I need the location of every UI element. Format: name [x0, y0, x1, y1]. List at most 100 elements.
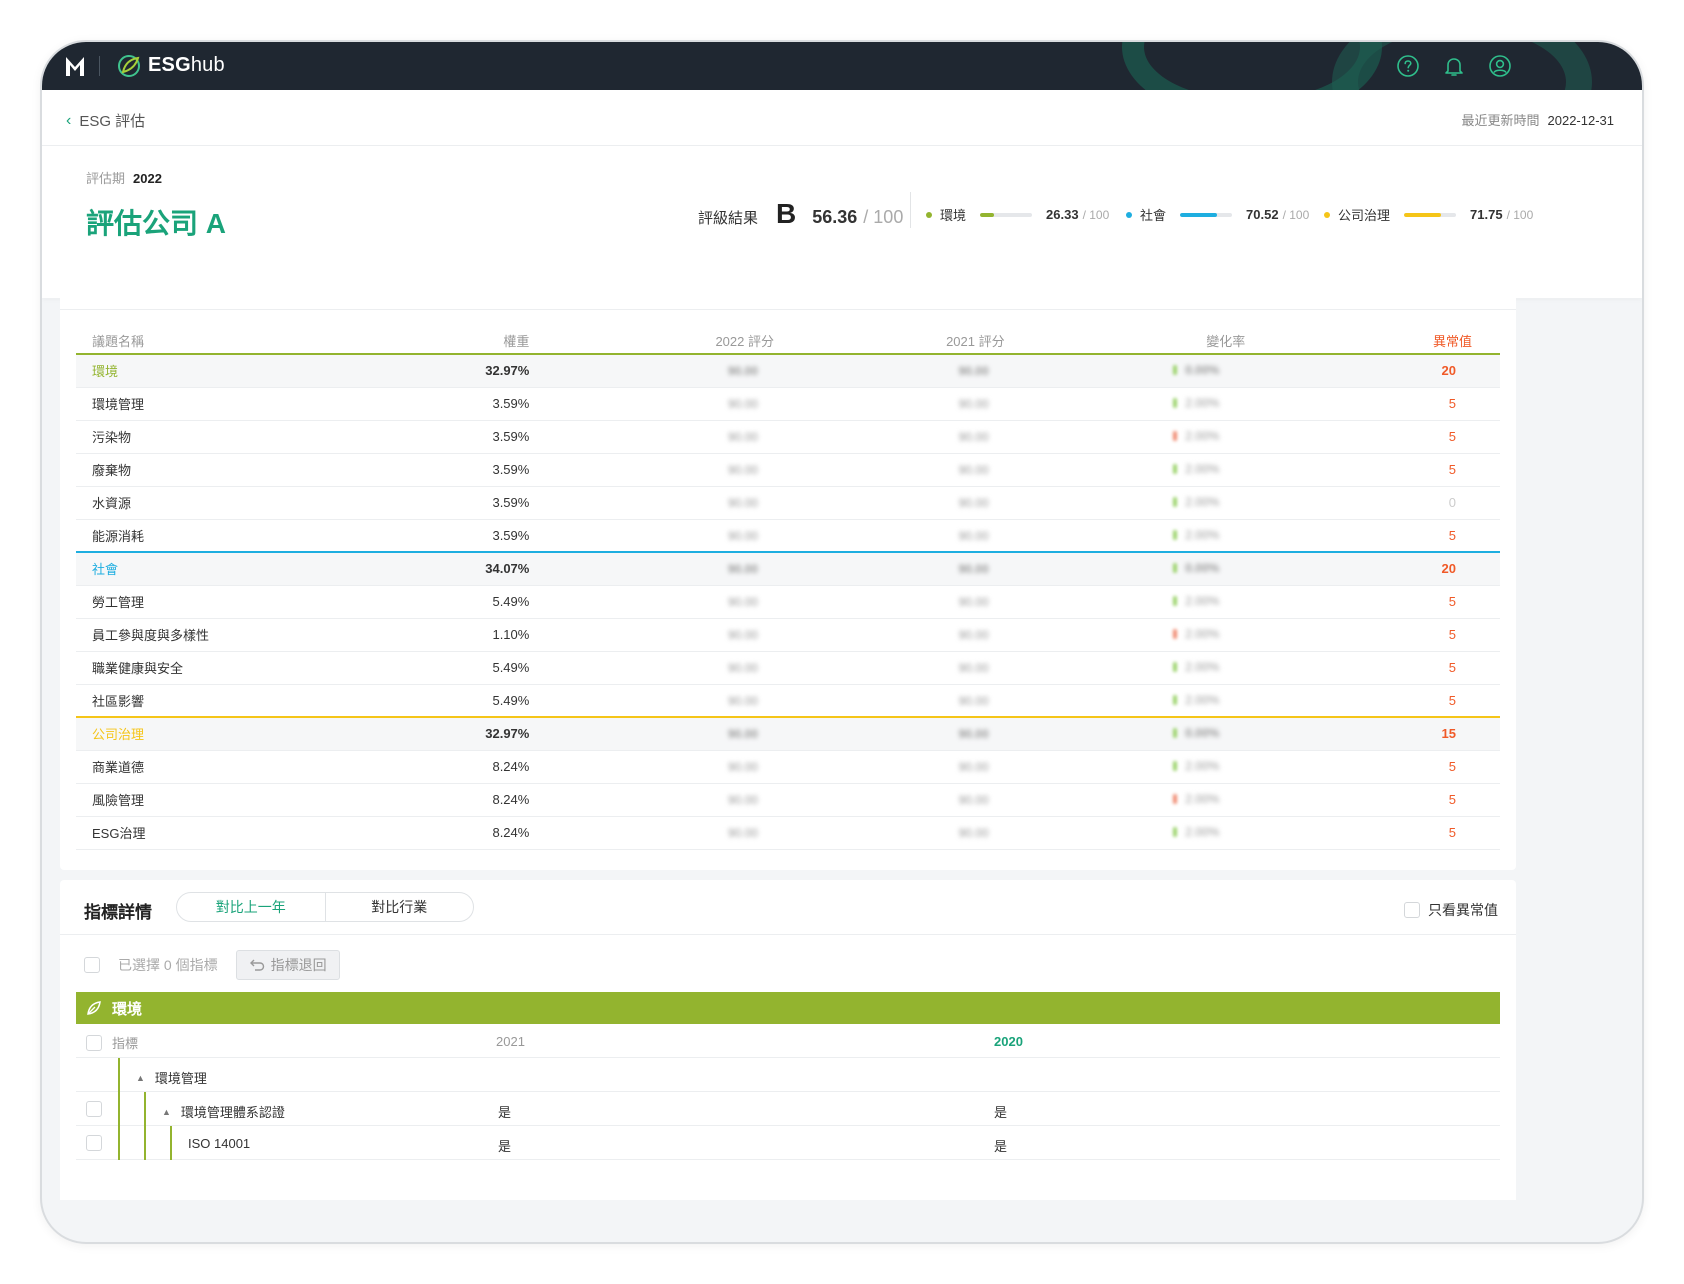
change-cell: 2.00%: [1018, 816, 1260, 850]
tree-line: [144, 1126, 146, 1160]
section-header-environment[interactable]: 環境: [76, 992, 1500, 1024]
help-icon[interactable]: [1396, 54, 1420, 78]
logo-divider: [99, 56, 100, 76]
score-cell: 90.00: [787, 353, 1019, 388]
category-row[interactable]: 社會 34.07% 90.00 90.00 0.00% 20: [76, 551, 1500, 586]
anomaly-count[interactable]: 5: [1259, 651, 1500, 685]
indicator-row[interactable]: ▲ 環境管理體系認證 是 是: [76, 1092, 1500, 1126]
anomaly-count[interactable]: 5: [1259, 585, 1500, 619]
back-button[interactable]: ‹ ESG 評估: [66, 110, 145, 131]
arrow-down-icon: [1173, 794, 1178, 804]
score-value: 90.00: [958, 595, 989, 609]
anomaly-count[interactable]: 5: [1259, 816, 1500, 850]
arrow-up-icon: [1173, 596, 1178, 606]
revert-indicator-button[interactable]: 指標退回: [235, 950, 340, 980]
anomaly-count[interactable]: 15: [1259, 716, 1500, 751]
pillar-value: 26.33: [1046, 207, 1079, 222]
issue-name: 環境: [76, 353, 377, 388]
anomaly-count[interactable]: 20: [1259, 551, 1500, 586]
score-cell: 90.00: [557, 519, 788, 553]
anomaly-count[interactable]: 5: [1259, 618, 1500, 652]
brand-name[interactable]: ESGhub: [148, 54, 225, 77]
tree-line: [170, 1126, 172, 1160]
issue-weight: 3.59%: [376, 387, 558, 421]
issue-row[interactable]: 社區影響 5.49% 90.00 90.00 2.00% 5: [76, 684, 1500, 718]
collapse-triangle-icon[interactable]: ▲: [162, 1107, 171, 1117]
issue-weight: 8.24%: [376, 750, 558, 784]
issue-row[interactable]: 廢棄物 3.59% 90.00 90.00 2.00% 5: [76, 453, 1500, 487]
anomaly-count[interactable]: 5: [1259, 684, 1500, 718]
indicator-details-card: 指標詳情 對比上一年 對比行業 只看異常值 已選擇 0 個指標 指標退回 環境 …: [60, 880, 1516, 1200]
tab-compare-industry[interactable]: 對比行業: [326, 893, 474, 921]
indicator-row[interactable]: ISO 14001 是 是: [76, 1126, 1500, 1160]
issue-row[interactable]: 勞工管理 5.49% 90.00 90.00 2.00% 5: [76, 585, 1500, 619]
user-avatar-icon[interactable]: [1488, 54, 1512, 78]
bell-icon[interactable]: [1442, 54, 1466, 78]
change-value: 2.00%: [1185, 627, 1220, 641]
only-anomaly-checkbox[interactable]: [1404, 902, 1420, 918]
anomaly-count[interactable]: 20: [1259, 353, 1500, 388]
anomaly-count[interactable]: 0: [1259, 486, 1500, 520]
score-cell: 90.00: [787, 684, 1019, 718]
arrow-up-icon: [1173, 827, 1178, 837]
select-all-checkbox[interactable]: [84, 957, 100, 973]
score-cell: 90.00: [787, 585, 1019, 619]
category-row[interactable]: 公司治理 32.97% 90.00 90.00 0.00% 15: [76, 716, 1500, 751]
arrow-up-icon: [1173, 464, 1178, 474]
issue-row[interactable]: 環境管理 3.59% 90.00 90.00 2.00% 5: [76, 387, 1500, 421]
anomaly-count[interactable]: 5: [1259, 750, 1500, 784]
issue-row[interactable]: 能源消耗 3.59% 90.00 90.00 2.00% 5: [76, 519, 1500, 553]
score-value: 90.00: [727, 562, 758, 577]
score-value: 90.00: [727, 397, 758, 411]
category-row[interactable]: 環境 32.97% 90.00 90.00 0.00% 20: [76, 353, 1500, 388]
only-anomaly-toggle[interactable]: 只看異常值: [1404, 900, 1498, 920]
issue-name: ESG治理: [76, 816, 377, 850]
issue-weight: 32.97%: [376, 716, 558, 751]
issue-weight: 3.59%: [376, 486, 558, 520]
issue-row[interactable]: 職業健康與安全 5.49% 90.00 90.00 2.00% 5: [76, 651, 1500, 685]
issue-row[interactable]: 員工參與度與多樣性 1.10% 90.00 90.00 2.00% 5: [76, 618, 1500, 652]
anomaly-count[interactable]: 5: [1259, 453, 1500, 487]
score-value: 90.00: [958, 562, 989, 577]
indicator-checkbox[interactable]: [86, 1101, 102, 1117]
header-checkbox[interactable]: [86, 1034, 102, 1051]
score-cell: 90.00: [787, 453, 1019, 487]
score-cell: 90.00: [557, 684, 788, 718]
anomaly-count[interactable]: 5: [1259, 387, 1500, 421]
issue-name: 勞工管理: [76, 585, 377, 619]
score-cell: 90.00: [787, 551, 1019, 586]
anomaly-count[interactable]: 5: [1259, 420, 1500, 454]
issue-row[interactable]: 風險管理 8.24% 90.00 90.00 2.00% 5: [76, 783, 1500, 817]
pillar-dot: [1324, 211, 1330, 218]
pillar-progress-bar: [980, 212, 1033, 217]
change-cell: 0.00%: [1018, 551, 1260, 586]
issue-row[interactable]: 污染物 3.59% 90.00 90.00 2.00% 5: [76, 420, 1500, 454]
score-cell: 90.00: [557, 420, 788, 454]
indicator-label: ▲ 環境管理: [136, 1068, 207, 1087]
score-value: 90.00: [727, 793, 758, 807]
score-cell: 90.00: [557, 353, 788, 388]
m-logo-icon[interactable]: [64, 54, 86, 78]
change-cell: 2.00%: [1018, 618, 1260, 652]
indicator-name: ISO 14001: [188, 1136, 251, 1151]
indicator-row[interactable]: ▲ 環境管理: [76, 1058, 1500, 1092]
issue-name: 廢棄物: [76, 453, 377, 487]
tab-compare-prev-year[interactable]: 對比上一年: [177, 893, 326, 921]
issue-row[interactable]: 商業道德 8.24% 90.00 90.00 2.00% 5: [76, 750, 1500, 784]
score-value: 90.00: [727, 826, 758, 840]
score-value: 90.00: [958, 826, 989, 840]
indicator-value-2021: 是: [498, 1105, 512, 1120]
total-score-max: / 100: [863, 207, 904, 227]
score-cell: 90.00: [557, 750, 788, 784]
score-value: 90.00: [727, 528, 758, 543]
issue-row[interactable]: ESG治理 8.24% 90.00 90.00 2.00% 5: [76, 816, 1500, 850]
anomaly-count[interactable]: 5: [1259, 783, 1500, 817]
issue-row[interactable]: 水資源 3.59% 90.00 90.00 2.00% 0: [76, 486, 1500, 520]
indicator-checkbox[interactable]: [86, 1135, 102, 1151]
issue-weight: 8.24%: [376, 783, 558, 817]
anomaly-count[interactable]: 5: [1259, 519, 1500, 553]
pillar-max: / 100: [1082, 207, 1110, 222]
change-cell: 2.00%: [1018, 750, 1260, 784]
change-rate: 0.00%: [1173, 363, 1219, 377]
collapse-triangle-icon[interactable]: ▲: [136, 1073, 145, 1083]
